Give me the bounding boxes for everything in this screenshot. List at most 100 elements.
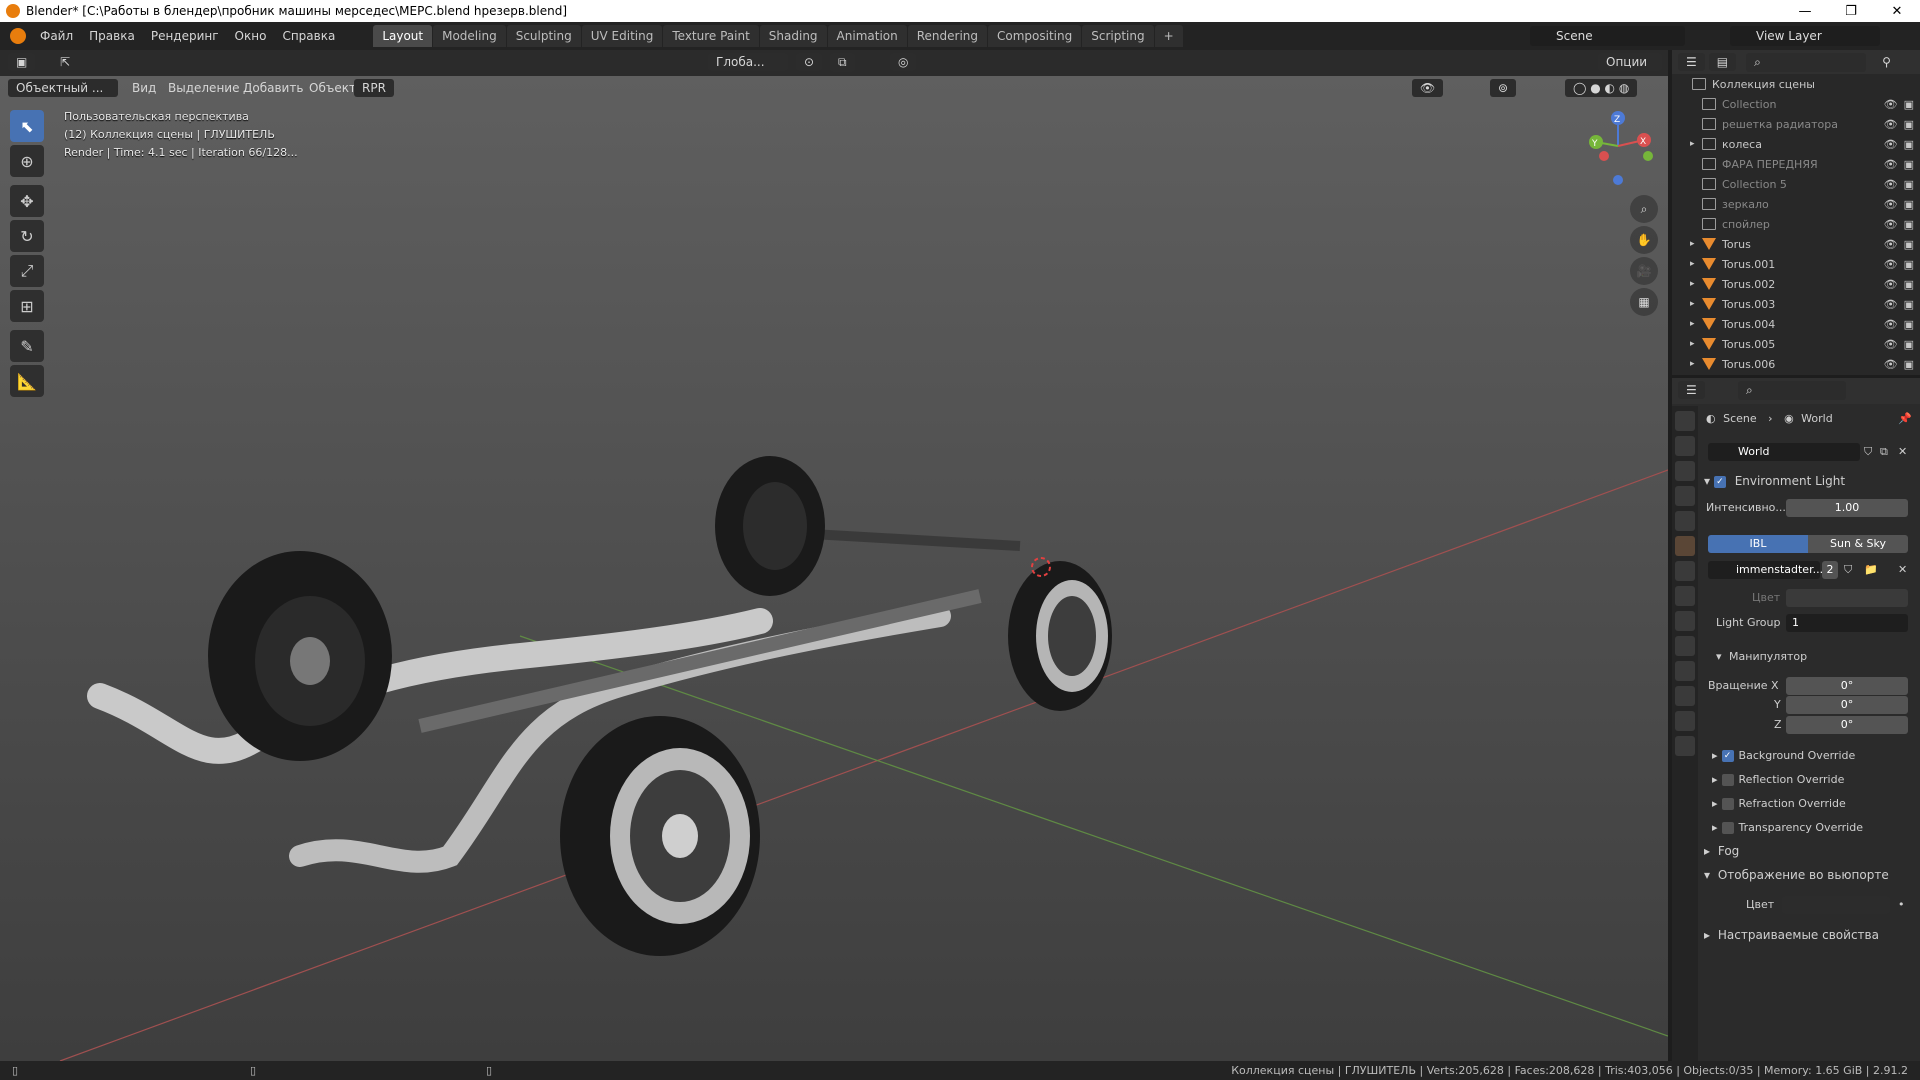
3d-viewport[interactable]: Объектный ... Вид Выделение Добавить Объ… [0,76,1668,1061]
close-button[interactable]: ✕ [1874,4,1920,19]
render-camera-icon[interactable]: ▣ [1904,358,1914,371]
tab-compositing[interactable]: Compositing [988,25,1082,47]
tab-rendering[interactable]: Rendering [907,25,988,47]
measure-tool-icon[interactable]: 📐 [10,365,44,397]
animate-property-icon[interactable]: • [1898,898,1905,911]
annotate-tool-icon[interactable]: ✎ [10,330,44,362]
eye-icon[interactable]: 👁 [1884,118,1898,131]
snap-button[interactable]: ⧉ [830,53,855,72]
new-world-icon[interactable]: ⧉ [1880,445,1888,459]
render-camera-icon[interactable]: ▣ [1904,158,1914,171]
outliner-object-row[interactable]: ▸ Torus.004 👁 ▣ [1672,314,1920,334]
render-camera-icon[interactable]: ▣ [1904,218,1914,231]
material-tab-icon[interactable] [1675,711,1695,731]
tool-settings-icon[interactable]: ⇱ [52,53,78,71]
outliner-collection-row[interactable]: спойлер 👁 ▣ [1672,214,1920,234]
render-camera-icon[interactable]: ▣ [1904,98,1914,111]
render-camera-icon[interactable]: ▣ [1904,258,1914,271]
tab-sculpting[interactable]: Sculpting [506,25,581,47]
render-camera-icon[interactable]: ▣ [1904,198,1914,211]
color-field[interactable] [1786,589,1908,607]
override-checkbox[interactable] [1721,774,1734,786]
expand-arrow-icon[interactable]: ▸ [1690,299,1695,309]
tab-modeling[interactable]: Modeling [433,25,506,47]
outliner-object-row[interactable]: ▸ Torus.001 👁 ▣ [1672,254,1920,274]
unlink-world-icon[interactable]: ✕ [1898,445,1907,458]
render-camera-icon[interactable]: ▣ [1904,298,1914,311]
expand-arrow-icon[interactable]: ▸ [1690,339,1695,349]
menu-window[interactable]: Окно [227,29,275,43]
override-checkbox[interactable] [1721,798,1734,810]
move-tool-icon[interactable]: ✥ [10,185,44,217]
outliner-collection-row[interactable]: Collection 👁 ▣ [1672,94,1920,114]
physics-tab-icon[interactable] [1675,636,1695,656]
tool-tab-icon[interactable] [1675,411,1695,431]
scene-tab-icon[interactable] [1675,511,1695,531]
view-layer-selector[interactable]: View Layer [1730,26,1880,46]
particles-tab-icon[interactable] [1675,611,1695,631]
expand-arrow-icon[interactable]: ▸ [1690,139,1695,149]
viewport-shading-buttons[interactable]: ◯ ● ◐ ◍ [1565,79,1638,97]
pin-icon[interactable]: 📌 [1898,412,1912,425]
transform-tool-icon[interactable]: ⊞ [10,290,44,322]
render-camera-icon[interactable]: ▣ [1904,178,1914,191]
transform-orientation-dropdown[interactable]: Глоба... [708,53,788,71]
expand-arrow-icon[interactable]: ▸ [1690,259,1695,269]
custom-properties-header[interactable]: ▸ Настраиваемые свойства [1700,928,1920,942]
open-folder-icon[interactable]: 📁 [1864,563,1878,576]
eye-icon[interactable]: 👁 [1884,278,1898,291]
eye-icon[interactable]: 👁 [1884,298,1898,311]
render-camera-icon[interactable]: ▣ [1904,278,1914,291]
ibl-tab[interactable]: IBL [1708,535,1808,553]
tab-layout[interactable]: Layout [373,25,433,47]
select-tool-icon[interactable]: ⬉ [10,110,44,142]
rotation-x-field[interactable]: 0° [1786,677,1908,695]
pivot-point-button[interactable]: ⊙ [796,53,823,71]
pan-hand-icon[interactable]: ✋ [1630,226,1658,254]
tab-texture-paint[interactable]: Texture Paint [663,25,759,47]
viewport-color-swatch[interactable] [1782,896,1890,914]
environment-light-checkbox[interactable]: ✓ [1713,475,1726,488]
world-tab-icon[interactable] [1675,536,1695,556]
scale-tool-icon[interactable]: ⤢ [10,255,44,287]
constraints-tab-icon[interactable] [1675,661,1695,681]
manipulator-header[interactable]: ▾ Манипулятор [1700,650,1920,663]
outliner-collection-row[interactable]: решетка радиатора 👁 ▣ [1672,114,1920,134]
override-row[interactable]: ▸ Refraction Override [1700,797,1920,821]
tab-shading[interactable]: Shading [759,25,827,47]
grid-ortho-icon[interactable]: ▦ [1630,288,1658,316]
eye-icon[interactable]: 👁 [1884,98,1898,111]
scene-collection-row[interactable]: Коллекция сцены [1672,74,1920,94]
eye-icon[interactable]: 👁 [1884,198,1898,211]
zoom-icon[interactable]: ⌕ [1630,195,1658,223]
tab-animation[interactable]: Animation [827,25,907,47]
overlays-button[interactable]: ⊚ [1490,79,1517,97]
expand-arrow-icon[interactable]: ▸ [1690,359,1695,369]
outliner-object-row[interactable]: ▸ Torus.005 👁 ▣ [1672,334,1920,354]
render-camera-icon[interactable]: ▣ [1904,238,1914,251]
outliner-collection-row[interactable]: зеркало 👁 ▣ [1672,194,1920,214]
add-workspace-button[interactable]: + [1154,25,1183,47]
override-checkbox[interactable] [1721,822,1734,834]
override-checkbox[interactable]: ✓ [1721,750,1734,762]
override-row[interactable]: ▸ Reflection Override [1700,773,1920,797]
camera-icon[interactable]: 🎥 [1630,257,1658,285]
tab-scripting[interactable]: Scripting [1082,25,1154,47]
eye-icon[interactable]: 👁 [1884,138,1898,151]
options-dropdown[interactable]: Опции [1598,53,1662,71]
eye-icon[interactable]: 👁 [1884,178,1898,191]
outliner-object-row[interactable]: ▸ Torus.002 👁 ▣ [1672,274,1920,294]
menu-add[interactable]: Добавить [235,79,311,97]
outliner-editor-type-button[interactable]: ☰ [1678,53,1705,71]
outliner-display-mode-button[interactable]: ▤ [1708,53,1737,71]
fake-user-icon[interactable]: ⛉ [1864,445,1872,459]
image-datablock-field[interactable]: immenstadter... [1708,561,1823,579]
maximize-button[interactable]: ❐ [1828,4,1874,19]
outliner-object-row[interactable]: ▸ Torus 👁 ▣ [1672,234,1920,254]
eye-icon[interactable]: 👁 [1884,158,1898,171]
render-camera-icon[interactable]: ▣ [1904,118,1914,131]
render-camera-icon[interactable]: ▣ [1904,138,1914,151]
menu-render[interactable]: Рендеринг [143,29,227,43]
image-users-count[interactable]: 2 [1822,561,1838,579]
light-group-dropdown[interactable]: 1 [1786,614,1908,632]
